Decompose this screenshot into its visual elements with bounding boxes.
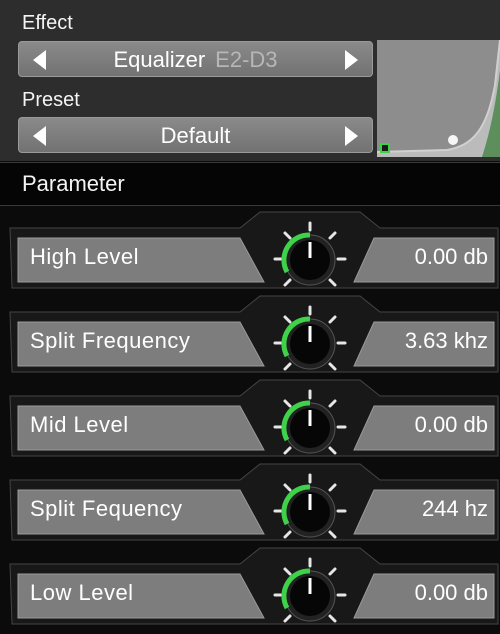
eq-curve-fill <box>377 40 500 157</box>
parameter-name: High Level <box>30 244 139 269</box>
next-effect-arrow-icon[interactable] <box>345 50 358 70</box>
parameter-row-mid-level: Mid Level 0.00 db <box>0 376 500 460</box>
previous-effect-arrow-icon[interactable] <box>33 50 46 70</box>
effect-selector-text: Equalizer E2-D3 <box>59 42 332 78</box>
parameter-value[interactable]: 244 hz <box>358 496 488 522</box>
preset-selector[interactable]: Default <box>18 117 373 153</box>
eq-curve-graph[interactable] <box>377 40 500 157</box>
split-frequency-knob[interactable] <box>271 304 349 382</box>
parameter-name: Low Level <box>30 580 134 605</box>
parameter-name: Split Fequency <box>30 496 183 521</box>
high-level-knob[interactable] <box>271 220 349 298</box>
parameter-value[interactable]: 0.00 db <box>358 580 488 606</box>
split-fequency-knob[interactable] <box>271 472 349 550</box>
parameter-value[interactable]: 0.00 db <box>358 412 488 438</box>
next-preset-arrow-icon[interactable] <box>345 126 358 146</box>
parameter-value[interactable]: 0.00 db <box>358 244 488 270</box>
effect-label: Effect <box>22 12 73 34</box>
eq-curve-handle[interactable] <box>448 135 458 145</box>
eq-curve-start-point[interactable] <box>380 143 390 153</box>
parameter-header-label: Parameter <box>22 171 125 196</box>
effect-selector[interactable]: Equalizer E2-D3 <box>18 41 373 77</box>
preset-name: Default <box>160 123 231 148</box>
eq-curve-svg <box>377 40 500 157</box>
mid-level-knob[interactable] <box>271 388 349 466</box>
low-level-knob[interactable] <box>271 556 349 634</box>
parameter-name: Split Frequency <box>30 328 191 353</box>
parameter-row-low-level: Low Level 0.00 db <box>0 544 500 628</box>
parameter-row-split-frequency-low: Split Fequency 244 hz <box>0 460 500 544</box>
parameter-row-split-frequency-high: Split Frequency 3.63 khz <box>0 292 500 376</box>
parameter-value[interactable]: 3.63 khz <box>358 328 488 354</box>
parameter-header: Parameter <box>0 162 500 206</box>
parameter-name: Mid Level <box>30 412 129 437</box>
effect-code: E2-D3 <box>215 47 278 72</box>
preset-label: Preset <box>22 89 80 111</box>
previous-preset-arrow-icon[interactable] <box>33 126 46 146</box>
parameter-row-high-level: High Level 0.00 db <box>0 208 500 292</box>
effect-name: Equalizer <box>113 47 206 72</box>
